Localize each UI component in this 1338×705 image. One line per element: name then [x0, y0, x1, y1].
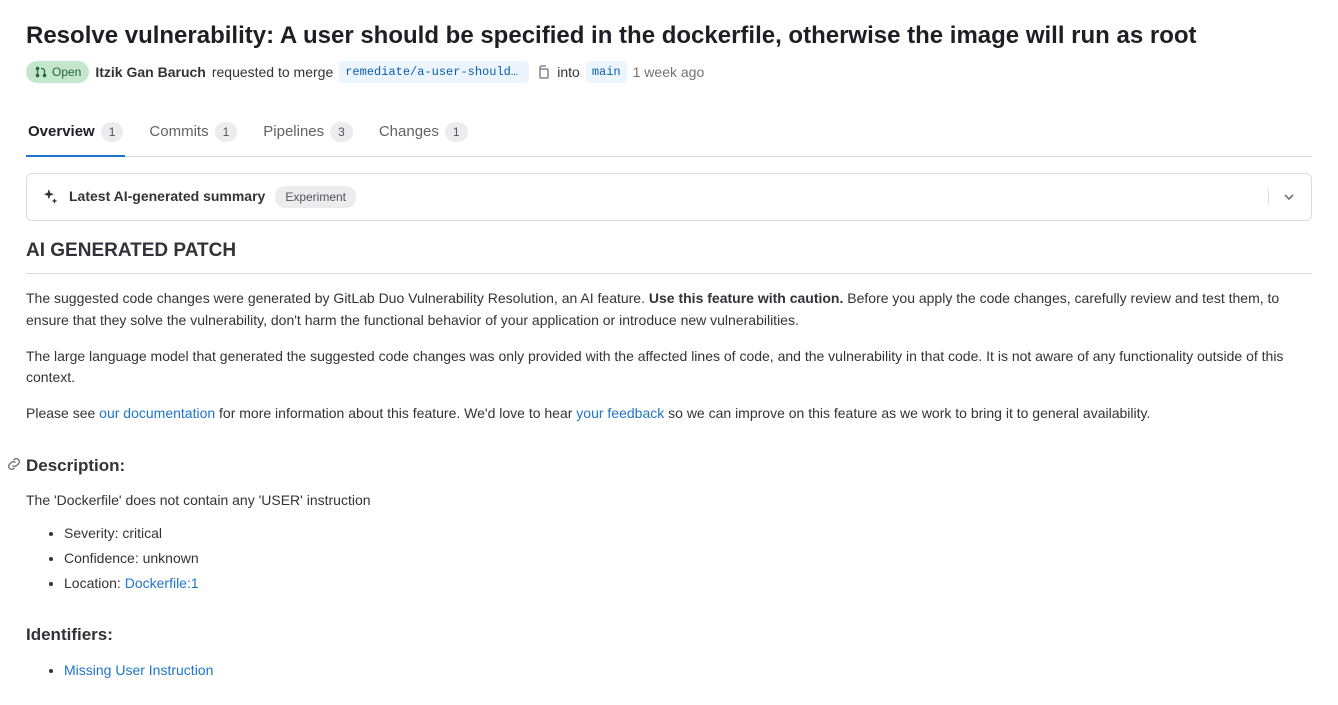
requested-text: requested to merge: [212, 62, 333, 83]
description-details: Severity: critical Confidence: unknown L…: [26, 523, 1312, 594]
into-text: into: [557, 62, 580, 83]
detail-confidence: Confidence: unknown: [64, 548, 1312, 569]
tab-count: 1: [445, 122, 468, 142]
author-name[interactable]: Itzik Gan Baruch: [95, 62, 205, 83]
patch-paragraph-3: Please see our documentation for more in…: [26, 403, 1312, 425]
tab-label: Pipelines: [263, 121, 324, 144]
patch-paragraph-1: The suggested code changes were generate…: [26, 288, 1312, 331]
experiment-badge: Experiment: [275, 186, 356, 208]
time-ago: 1 week ago: [633, 62, 705, 83]
patch-heading: AI GENERATED PATCH: [26, 237, 1312, 275]
location-link[interactable]: Dockerfile:1: [125, 575, 199, 591]
mr-tabs: Overview 1 Commits 1 Pipelines 3 Changes…: [26, 109, 1312, 157]
identifiers-list: Missing User Instruction: [26, 660, 1312, 681]
copy-branch-icon[interactable]: [535, 64, 551, 80]
target-branch[interactable]: main: [586, 61, 627, 83]
tab-overview[interactable]: Overview 1: [26, 109, 125, 156]
identifiers-heading: Identifiers:: [26, 622, 1312, 648]
tab-label: Commits: [149, 121, 208, 144]
tab-changes[interactable]: Changes 1: [377, 109, 470, 156]
status-badge: Open: [26, 61, 89, 83]
expand-toggle[interactable]: [1268, 189, 1297, 205]
meta-row: Open Itzik Gan Baruch requested to merge…: [26, 61, 1312, 83]
tab-count: 1: [215, 122, 238, 142]
documentation-link[interactable]: our documentation: [99, 405, 215, 421]
detail-severity: Severity: critical: [64, 523, 1312, 544]
identifier-item: Missing User Instruction: [64, 660, 1312, 681]
ai-summary-box[interactable]: Latest AI-generated summary Experiment: [26, 173, 1312, 221]
ai-sparkle-icon: [41, 188, 59, 206]
ai-summary-title: Latest AI-generated summary: [69, 186, 265, 207]
tab-label: Overview: [28, 121, 95, 144]
patch-paragraph-2: The large language model that generated …: [26, 346, 1312, 389]
feedback-link[interactable]: your feedback: [576, 405, 664, 421]
detail-location: Location: Dockerfile:1: [64, 573, 1312, 594]
tab-count: 1: [101, 122, 124, 142]
status-label: Open: [52, 63, 81, 81]
description-heading: Description:: [26, 453, 1312, 479]
anchor-link-icon[interactable]: [6, 456, 22, 478]
tab-label: Changes: [379, 121, 439, 144]
merge-request-title: Resolve vulnerability: A user should be …: [26, 20, 1312, 51]
tab-count: 3: [330, 122, 353, 142]
identifier-link[interactable]: Missing User Instruction: [64, 662, 213, 678]
tab-commits[interactable]: Commits 1: [147, 109, 239, 156]
merge-request-icon: [34, 65, 48, 79]
tab-pipelines[interactable]: Pipelines 3: [261, 109, 355, 156]
description-text: The 'Dockerfile' does not contain any 'U…: [26, 490, 1312, 511]
chevron-down-icon: [1281, 189, 1297, 205]
source-branch[interactable]: remediate/a-user-should-be…: [339, 61, 529, 83]
